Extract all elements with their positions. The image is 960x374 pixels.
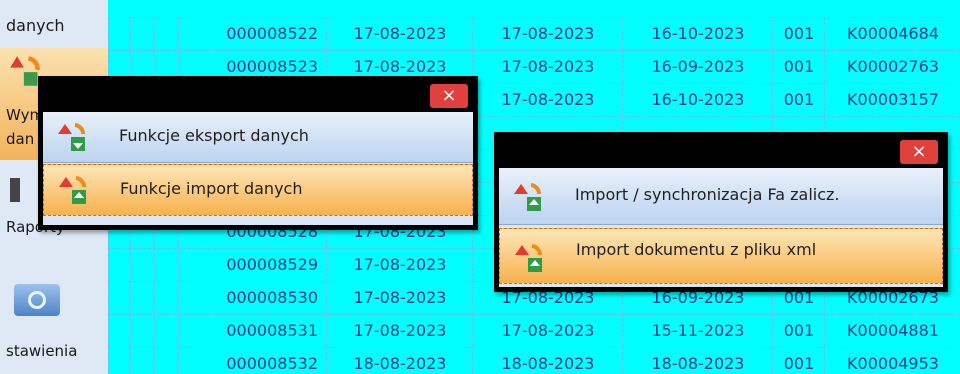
- table-cell: [130, 281, 153, 314]
- table-cell: [154, 281, 177, 314]
- table-cell-date2: 18-08-2023: [472, 347, 623, 374]
- menu-item-label: Funkcje eksport danych: [119, 126, 309, 145]
- table-cell-date2: 17-08-2023: [472, 83, 623, 116]
- table-cell-date1: 17-08-2023: [326, 281, 473, 314]
- table-cell-id: 000008532: [178, 347, 326, 374]
- import-icon: [59, 176, 87, 204]
- table-cell-date3: 16-09-2023: [622, 50, 773, 83]
- table-cell: [154, 17, 177, 50]
- table-cell-client: K00002763: [824, 50, 960, 83]
- table-row: [108, 0, 960, 18]
- table-cell-date1: 17-08-2023: [326, 314, 473, 347]
- table-cell: [108, 248, 131, 281]
- close-button[interactable]: ×: [900, 140, 938, 164]
- table-row[interactable]: 000008532 18-08-2023 18-08-2023 18-08-2023 0…: [108, 347, 960, 374]
- table-cell: [108, 347, 131, 374]
- menu-item-import-sync[interactable]: Import / synchronizacja Fa zalicz.: [499, 168, 943, 225]
- table-cell-date2: 17-08-2023: [472, 314, 623, 347]
- menu-item-import[interactable]: Funkcje import danych: [43, 164, 473, 216]
- table-row[interactable]: 000008522 17-08-2023 17-08-2023 16-10-2023 0…: [108, 17, 960, 51]
- table-cell-id: 000008531: [178, 314, 326, 347]
- popup-functions: × Funkcje eksport danych Funkcje import …: [38, 76, 478, 230]
- table-cell: [154, 314, 177, 347]
- sidebar-item-label: stawienia: [6, 342, 78, 360]
- table-cell-id: 000008529: [178, 248, 326, 281]
- sidebar-item-ustawienia[interactable]: stawienia: [0, 272, 108, 374]
- table-cell: [130, 347, 153, 374]
- import-icon: [515, 244, 543, 272]
- menu-item-label: Import dokumentu z pliku xml: [576, 240, 817, 259]
- table-cell-code: 001: [772, 83, 825, 116]
- table-cell-code: 001: [772, 17, 825, 50]
- table-cell-date3: 15-11-2023: [622, 314, 773, 347]
- report-icon: [10, 178, 20, 202]
- table-cell: [130, 248, 153, 281]
- table-cell: [108, 314, 131, 347]
- menu-item-export[interactable]: Funkcje eksport danych: [43, 112, 473, 163]
- table-cell-date3: 16-10-2023: [622, 83, 773, 116]
- table-cell-date2: 17-08-2023: [472, 50, 623, 83]
- table-row[interactable]: 000008531 17-08-2023 17-08-2023 15-11-2023 0…: [108, 314, 960, 348]
- import-icon: [514, 183, 542, 211]
- settings-icon: [14, 284, 60, 316]
- sidebar-item-danych[interactable]: danych: [0, 0, 108, 48]
- menu-item-label: Funkcje import danych: [120, 179, 303, 198]
- table-cell-client: K00004684: [824, 17, 960, 50]
- close-button[interactable]: ×: [430, 84, 468, 108]
- table-cell-date2: 17-08-2023: [472, 17, 623, 50]
- table-cell-client: K00004881: [824, 314, 960, 347]
- popup-titlebar: [496, 134, 946, 168]
- table-cell: [130, 314, 153, 347]
- export-icon: [58, 123, 86, 151]
- menu-item-import-xml[interactable]: Import dokumentu z pliku xml: [499, 228, 943, 284]
- table-cell-date1: 17-08-2023: [326, 17, 473, 50]
- sidebar-item-label-2: dan: [6, 130, 35, 148]
- exchange-icon: [10, 56, 40, 86]
- table-cell-date1: 17-08-2023: [326, 248, 473, 281]
- table-cell-client: K00003157: [824, 83, 960, 116]
- popup-import: × Import / synchronizacja Fa zalicz. Imp…: [494, 132, 948, 292]
- table-cell: [154, 347, 177, 374]
- table-cell-id: 000008530: [178, 281, 326, 314]
- table-cell: [130, 17, 153, 50]
- table-cell-code: 001: [772, 50, 825, 83]
- table-cell-id: 000008522: [178, 17, 326, 50]
- table-cell-date1: 18-08-2023: [326, 347, 473, 374]
- table-cell: [108, 281, 131, 314]
- table-cell-code: 001: [772, 347, 825, 374]
- sidebar-item-label: danych: [6, 16, 65, 35]
- table-cell-client: K00004953: [824, 347, 960, 374]
- table-cell: [108, 17, 131, 50]
- table-cell-code: 001: [772, 314, 825, 347]
- table-cell-date3: 16-10-2023: [622, 17, 773, 50]
- table-cell: [154, 248, 177, 281]
- table-cell-date3: 18-08-2023: [622, 347, 773, 374]
- menu-item-label: Import / synchronizacja Fa zalicz.: [575, 185, 840, 204]
- popup-titlebar: [40, 78, 476, 112]
